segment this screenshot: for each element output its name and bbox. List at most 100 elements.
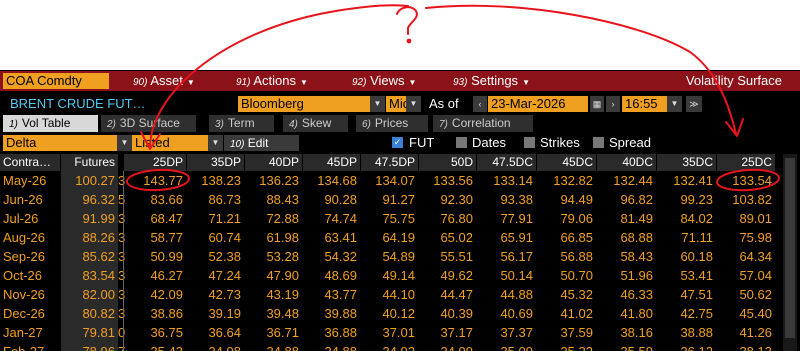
settings-menu[interactable]: 93) Settings ▼ [453, 73, 530, 89]
cell-vol-50d[interactable]: 37.17 [419, 323, 476, 342]
table-row[interactable]: Dec-26 80.82 3 38.86 39.19 39.48 39.88 40.12 40.… [0, 304, 800, 323]
cell-vol-40dc[interactable]: 51.96 [597, 266, 656, 285]
cell-vol-47-5dc[interactable]: 35.09 [477, 342, 536, 351]
listed-select[interactable]: Listed [132, 135, 210, 151]
tab-correlation[interactable]: 7) Correlation [433, 115, 533, 132]
cell-vol-40dp[interactable]: 72.88 [245, 209, 302, 228]
cell-vol-40dc[interactable]: 96.82 [597, 190, 656, 209]
cell-vol-45dp[interactable]: 36.88 [303, 323, 360, 342]
price-side-dropdown-icon[interactable]: ▼ [406, 96, 421, 112]
cell-vol-47-5dp[interactable]: 34.92 [361, 342, 418, 351]
source-dropdown-icon[interactable]: ▼ [370, 96, 385, 112]
cell-vol-40dp[interactable]: 47.90 [245, 266, 302, 285]
table-row[interactable]: Aug-26 88.26 3 58.77 60.74 61.98 63.41 64.19 65.… [0, 228, 800, 247]
cell-vol-40dc[interactable]: 46.33 [597, 285, 656, 304]
calendar-icon[interactable]: ▦ [590, 96, 604, 112]
next-date-icon[interactable]: › [606, 96, 620, 112]
cell-vol-40dc[interactable]: 132.44 [597, 171, 656, 190]
table-row[interactable]: Jan-27 79.81 0 36.75 36.64 36.71 36.88 37.01 37.… [0, 323, 800, 342]
cell-vol-25dp[interactable]: 46.27 [124, 266, 186, 285]
cell-vol-45dp[interactable]: 34.88 [303, 342, 360, 351]
cell-vol-45dp[interactable]: 43.77 [303, 285, 360, 304]
table-row[interactable]: Nov-26 82.00 3 42.09 42.73 43.19 43.77 44.10 44.… [0, 285, 800, 304]
cell-vol-25dp[interactable]: 38.86 [124, 304, 186, 323]
cell-vol-50d[interactable]: 65.02 [419, 228, 476, 247]
cell-vol-40dp[interactable]: 88.43 [245, 190, 302, 209]
header-47-5dp[interactable]: 47.5DP [361, 154, 418, 171]
cell-vol-25dp[interactable]: 143.77 [124, 171, 186, 190]
cell-vol-47-5dp[interactable]: 134.07 [361, 171, 418, 190]
scrollbar-thumb[interactable] [785, 158, 795, 338]
header-40dp[interactable]: 40DP [245, 154, 302, 171]
table-row[interactable]: May-26 100.27 3 143.77 138.23 136.23 134.68 134… [0, 171, 800, 190]
cell-vol-25dc[interactable]: 75.98 [717, 228, 775, 247]
strikes-checkbox[interactable] [524, 137, 535, 148]
cell-vol-25dp[interactable]: 36.75 [124, 323, 186, 342]
edit-button[interactable]: 10) Edit [224, 135, 299, 151]
cell-vol-25dc[interactable]: 133.54 [717, 171, 775, 190]
cell-vol-40dp[interactable]: 39.48 [245, 304, 302, 323]
cell-vol-47-5dc[interactable]: 56.17 [477, 247, 536, 266]
cell-vol-45dc[interactable]: 79.06 [537, 209, 596, 228]
cell-vol-45dp[interactable]: 74.74 [303, 209, 360, 228]
time-field[interactable]: 16:55 [622, 96, 668, 112]
prev-date-icon[interactable]: ‹ [473, 96, 487, 112]
cell-vol-25dc[interactable]: 45.40 [717, 304, 775, 323]
actions-menu[interactable]: 91) Actions ▼ [236, 73, 308, 89]
cell-vol-47-5dc[interactable]: 40.69 [477, 304, 536, 323]
table-row[interactable]: Jul-26 91.99 3 68.47 71.21 72.88 74.74 75.75 76.… [0, 209, 800, 228]
cell-vol-40dc[interactable]: 41.80 [597, 304, 656, 323]
cell-vol-50d[interactable]: 55.51 [419, 247, 476, 266]
table-row[interactable]: Feb-2778.96735.4334.9834.8834.8834.9234.… [0, 342, 800, 351]
cell-vol-45dp[interactable]: 48.69 [303, 266, 360, 285]
cell-vol-25dp[interactable]: 42.09 [124, 285, 186, 304]
cell-vol-47-5dp[interactable]: 49.14 [361, 266, 418, 285]
cell-vol-25dp[interactable]: 68.47 [124, 209, 186, 228]
cell-vol-35dc[interactable]: 42.75 [657, 304, 716, 323]
tab-term[interactable]: 3) Term [209, 115, 274, 132]
cell-vol-35dp[interactable]: 138.23 [187, 171, 244, 190]
cell-vol-50d[interactable]: 44.47 [419, 285, 476, 304]
cell-vol-45dc[interactable]: 45.32 [537, 285, 596, 304]
header-contract[interactable]: Contra… [0, 154, 60, 171]
cell-vol-35dc[interactable]: 84.02 [657, 209, 716, 228]
cell-vol-47-5dc[interactable]: 50.14 [477, 266, 536, 285]
cell-vol-50d[interactable]: 76.80 [419, 209, 476, 228]
cell-vol-45dc[interactable]: 50.70 [537, 266, 596, 285]
cell-vol-35dp[interactable]: 42.73 [187, 285, 244, 304]
cell-vol-40dc[interactable]: 58.43 [597, 247, 656, 266]
cell-vol-47-5dc[interactable]: 77.91 [477, 209, 536, 228]
cell-vol-40dp[interactable]: 61.98 [245, 228, 302, 247]
cell-vol-25dc[interactable]: 103.82 [717, 190, 775, 209]
cell-vol-35dp[interactable]: 60.74 [187, 228, 244, 247]
cell-vol-40dc[interactable]: 68.88 [597, 228, 656, 247]
cell-vol-47-5dp[interactable]: 44.10 [361, 285, 418, 304]
cell-vol-47-5dc[interactable]: 37.37 [477, 323, 536, 342]
cell-vol-25dc[interactable]: 38.13 [717, 342, 775, 351]
header-35dc[interactable]: 35DC [657, 154, 716, 171]
cell-vol-45dc[interactable]: 35.22 [537, 342, 596, 351]
cell-vol-50d[interactable]: 92.30 [419, 190, 476, 209]
cell-vol-35dp[interactable]: 36.64 [187, 323, 244, 342]
cell-vol-47-5dp[interactable]: 37.01 [361, 323, 418, 342]
cell-vol-35dc[interactable]: 47.51 [657, 285, 716, 304]
cell-vol-25dc[interactable]: 89.01 [717, 209, 775, 228]
cell-vol-40dc[interactable]: 38.16 [597, 323, 656, 342]
cell-vol-45dp[interactable]: 63.41 [303, 228, 360, 247]
header-40dc[interactable]: 40DC [597, 154, 656, 171]
tab-prices[interactable]: 6) Prices [356, 115, 428, 132]
cell-vol-47-5dc[interactable]: 44.88 [477, 285, 536, 304]
price-side-field[interactable]: Mid [386, 96, 410, 112]
cell-vol-35dc[interactable]: 53.41 [657, 266, 716, 285]
cell-vol-25dc[interactable]: 50.62 [717, 285, 775, 304]
ticker-field[interactable]: COA Comdty [3, 73, 109, 89]
mode-dropdown-icon[interactable]: ▼ [117, 135, 132, 151]
cell-vol-35dc[interactable]: 71.11 [657, 228, 716, 247]
source-field[interactable]: Bloomberg [238, 96, 375, 112]
dates-checkbox[interactable] [456, 137, 467, 148]
cell-vol-45dp[interactable]: 54.32 [303, 247, 360, 266]
cell-vol-45dc[interactable]: 37.59 [537, 323, 596, 342]
table-row[interactable]: Sep-26 85.62 3 50.99 52.38 53.28 54.32 54.89 55.… [0, 247, 800, 266]
header-45dc[interactable]: 45DC [537, 154, 596, 171]
cell-vol-40dc[interactable]: 81.49 [597, 209, 656, 228]
